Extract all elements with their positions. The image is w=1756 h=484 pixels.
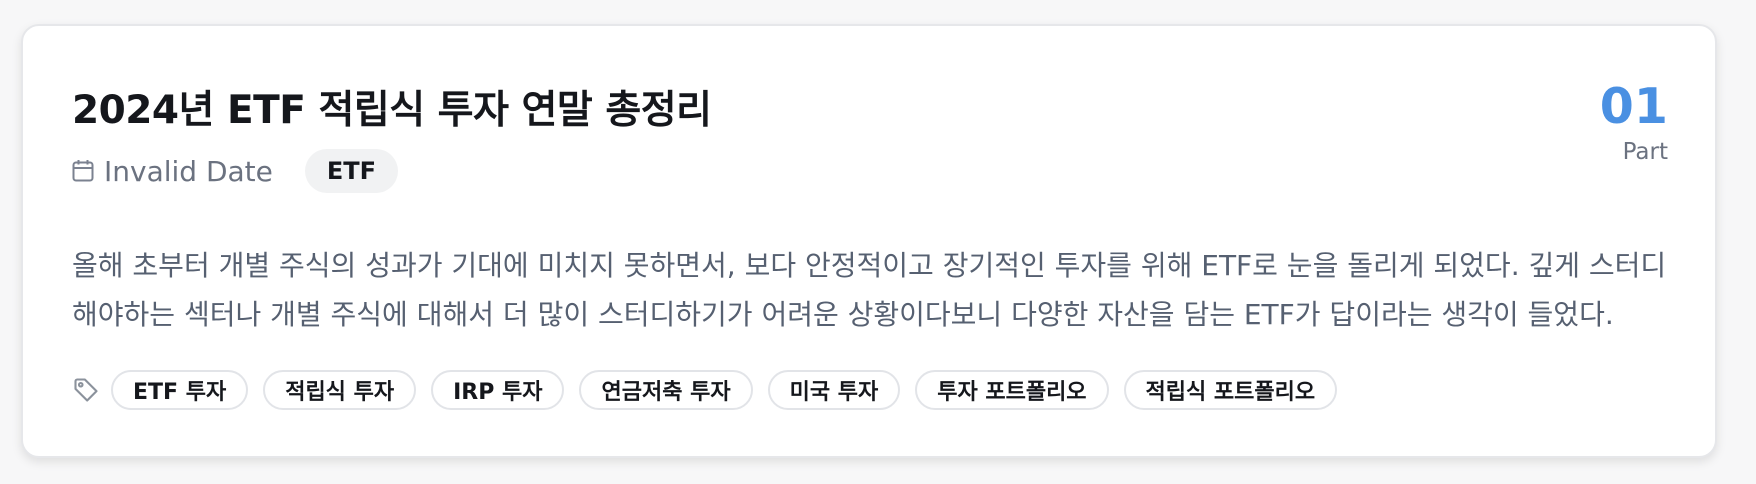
part-number: 01 xyxy=(1599,78,1668,135)
category-badge[interactable]: ETF xyxy=(304,149,399,193)
tag-chip[interactable]: ETF 투자 xyxy=(111,370,249,410)
tag-chip[interactable]: 적립식 투자 xyxy=(263,370,417,410)
post-title[interactable]: 2024년 ETF 적립식 투자 연말 총정리 xyxy=(72,79,1422,135)
tag-icon xyxy=(72,376,100,404)
post-date-text: Invalid Date xyxy=(104,154,273,188)
tag-chip[interactable]: 미국 투자 xyxy=(767,370,901,410)
tag-chip[interactable]: 적립식 포트폴리오 xyxy=(1123,370,1338,410)
tag-chip[interactable]: 투자 포트폴리오 xyxy=(915,370,1109,410)
tag-chip[interactable]: IRP 투자 xyxy=(431,370,565,410)
tag-list: ETF 투자 적립식 투자 IRP 투자 연금저축 투자 미국 투자 투자 포트… xyxy=(72,367,1352,413)
post-excerpt: 올해 초부터 개별 주식의 성과가 기대에 미치지 못하면서, 보다 안정적이고… xyxy=(72,249,1667,331)
tag-chip[interactable]: 연금저축 투자 xyxy=(579,370,753,410)
part-indicator: 01 Part xyxy=(1548,80,1668,165)
part-label: Part xyxy=(1622,138,1668,165)
calendar-icon xyxy=(72,159,94,183)
post-meta: Invalid Date ETF xyxy=(72,148,399,194)
post-date: Invalid Date xyxy=(72,155,273,188)
post-card[interactable]: 2024년 ETF 적립식 투자 연말 총정리 Invalid Date ETF… xyxy=(21,24,1717,458)
